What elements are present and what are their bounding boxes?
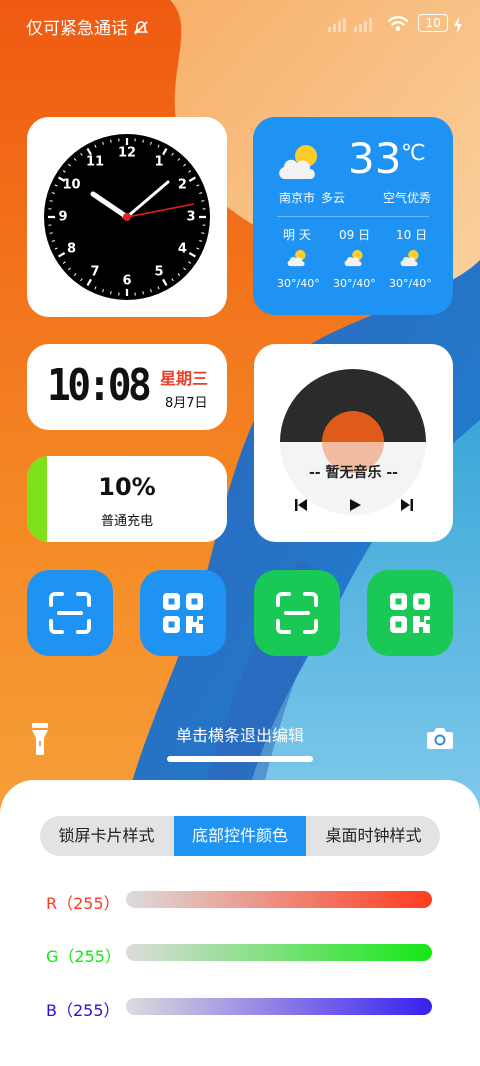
digital-clock-widget[interactable]: 10:08 星期三 8月7日	[27, 344, 227, 430]
mute-bell-icon	[134, 21, 149, 35]
tab-desktop-clock-style[interactable]: 桌面时钟样式	[307, 816, 440, 856]
style-tabs: 锁屏卡片样式 底部控件颜色 桌面时钟样式	[40, 816, 440, 856]
weather-temperature: 33	[348, 134, 402, 183]
forecast-day: 明 天	[283, 228, 311, 242]
green-slider[interactable]	[126, 944, 432, 961]
cloudy-weather-icon	[400, 249, 419, 267]
wifi-icon	[387, 16, 409, 31]
vinyl-record-icon	[278, 369, 428, 517]
forecast-range: 30°/40°	[333, 277, 376, 290]
scan-shortcut-button[interactable]	[254, 570, 340, 656]
signal-icon	[328, 18, 372, 32]
scan-shortcut-button[interactable]	[27, 570, 113, 656]
scan-icon	[276, 592, 318, 634]
qr-code-icon	[390, 593, 430, 633]
music-title: -- 暂无音乐 --	[309, 465, 398, 481]
weather-widget[interactable]: 33 ℃ 南京市 多云 空气优秀 明 天 09 日 10 日 30°/40° 3…	[253, 117, 453, 315]
status-bar-carrier: 仅可紧急通话	[26, 14, 149, 39]
red-slider[interactable]	[126, 891, 432, 908]
clock-center	[123, 213, 131, 221]
weather-divider	[277, 216, 429, 217]
digital-time: 10:08	[47, 360, 152, 411]
clock-hands	[90, 180, 195, 221]
weather-unit: ℃	[401, 141, 426, 166]
green-slider-label: G（255）	[46, 947, 121, 966]
hour-hand	[90, 191, 130, 220]
previous-track-icon[interactable]	[294, 498, 308, 512]
music-widget[interactable]: -- 暂无音乐 --	[254, 344, 453, 542]
status-bar-indicators: 10	[326, 14, 463, 36]
camera-icon[interactable]	[426, 726, 454, 750]
home-indicator-bar[interactable]	[167, 756, 313, 762]
qr-code-shortcut-button[interactable]	[140, 570, 226, 656]
blue-slider[interactable]	[126, 998, 432, 1015]
cloudy-weather-icon	[279, 145, 317, 179]
battery-widget[interactable]: 10% 普通充电	[27, 456, 227, 542]
weather-city: 南京市	[279, 191, 316, 205]
blue-slider-label: B（255）	[46, 1001, 120, 1020]
cloudy-weather-icon	[287, 249, 306, 267]
tab-lockscreen-card-style[interactable]: 锁屏卡片样式	[40, 816, 173, 856]
qr-code-icon	[163, 593, 203, 633]
forecast-range: 30°/40°	[389, 277, 432, 290]
weather-condition: 多云	[321, 191, 346, 205]
forecast-range: 30°/40°	[277, 277, 320, 290]
next-track-icon[interactable]	[400, 498, 414, 512]
play-icon[interactable]	[348, 498, 362, 512]
battery-indicator: 10	[418, 14, 449, 32]
charging-bolt-icon	[454, 17, 463, 33]
digital-weekday: 星期三	[160, 369, 209, 388]
analog-clock-widget[interactable]: 12 1 2 3 4 5 6 7 8 9 10 11	[27, 117, 227, 317]
battery-status: 普通充电	[100, 514, 153, 529]
forecast-day: 09 日	[339, 228, 371, 242]
digital-date: 8月7日	[165, 396, 208, 411]
forecast-day: 10 日	[396, 228, 428, 242]
air-quality: 空气优秀	[383, 191, 432, 205]
red-slider-label: R（255）	[46, 894, 120, 913]
tab-bottom-control-color[interactable]: 底部控件颜色	[174, 816, 306, 856]
cloudy-weather-icon	[344, 249, 363, 267]
scan-icon	[49, 592, 91, 634]
exit-edit-hint: 单击横条退出编辑	[175, 726, 304, 745]
minute-hand	[125, 180, 170, 219]
battery-percent: 10%	[98, 473, 156, 501]
qr-code-shortcut-button[interactable]	[367, 570, 453, 656]
